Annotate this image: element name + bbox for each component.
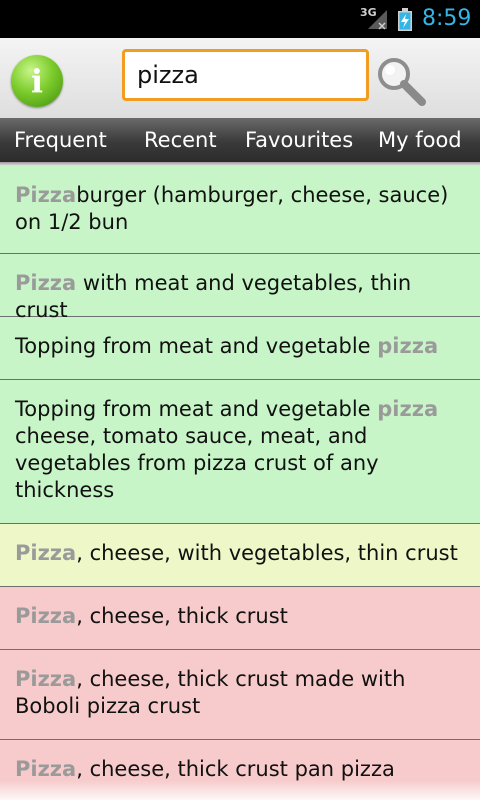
result-item[interactable]: Topping from meat and vegetable pizza xyxy=(0,317,480,380)
result-item[interactable]: Pizza, cheese, thick crust made with Bob… xyxy=(0,650,480,740)
status-bar: 3G 8:59 xyxy=(0,0,480,38)
result-match-text: Pizza xyxy=(15,667,77,691)
result-text: Topping from meat and vegetable xyxy=(15,397,378,421)
result-item[interactable]: Pizza, cheese, with vegetables, thin cru… xyxy=(0,524,480,587)
battery-charging-icon xyxy=(398,8,412,31)
result-match-text: pizza xyxy=(377,397,439,421)
result-text: , cheese, with vegetables, thin crust xyxy=(76,541,458,565)
result-match-text: Pizza xyxy=(15,541,77,565)
search-toolbar: i pizza xyxy=(0,38,480,119)
result-text: burger (hamburger, cheese, sauce) on 1/2… xyxy=(15,183,449,234)
search-input[interactable]: pizza xyxy=(122,49,369,101)
result-text: , cheese, thick crust pan pizza xyxy=(76,757,395,781)
tab-my-food[interactable]: My food xyxy=(378,118,462,162)
result-match-text: Pizza xyxy=(15,757,77,781)
signal-icon xyxy=(368,10,387,30)
list-fade xyxy=(0,780,480,800)
result-match-text: pizza xyxy=(377,334,439,358)
result-item[interactable]: Topping from meat and vegetable pizza ch… xyxy=(0,380,480,524)
tab-frequent[interactable]: Frequent xyxy=(14,118,107,162)
result-match-text: Pizza xyxy=(15,183,77,207)
result-match-text: Pizza xyxy=(15,604,77,628)
result-item[interactable]: Pizza, cheese, thick crust xyxy=(0,587,480,650)
result-item[interactable]: Pizzaburger (hamburger, cheese, sauce) o… xyxy=(0,166,480,254)
tab-recent[interactable]: Recent xyxy=(144,118,217,162)
result-text: , cheese, thick crust xyxy=(76,604,288,628)
result-item[interactable]: Pizza with meat and vegetables, thin cru… xyxy=(0,254,480,322)
result-match-text: Pizza xyxy=(15,271,77,295)
tab-favourites[interactable]: Favourites xyxy=(245,118,353,162)
result-text: cheese, tomato sauce, meat, and vegetabl… xyxy=(15,424,379,502)
result-text: Topping from meat and vegetable xyxy=(15,334,378,358)
info-icon[interactable]: i xyxy=(11,55,63,107)
search-icon[interactable] xyxy=(372,52,428,108)
tab-bar: Frequent Recent Favourites My food xyxy=(0,118,480,162)
result-list: Pizzaburger (hamburger, cheese, sauce) o… xyxy=(0,166,480,800)
clock: 8:59 xyxy=(422,6,472,31)
